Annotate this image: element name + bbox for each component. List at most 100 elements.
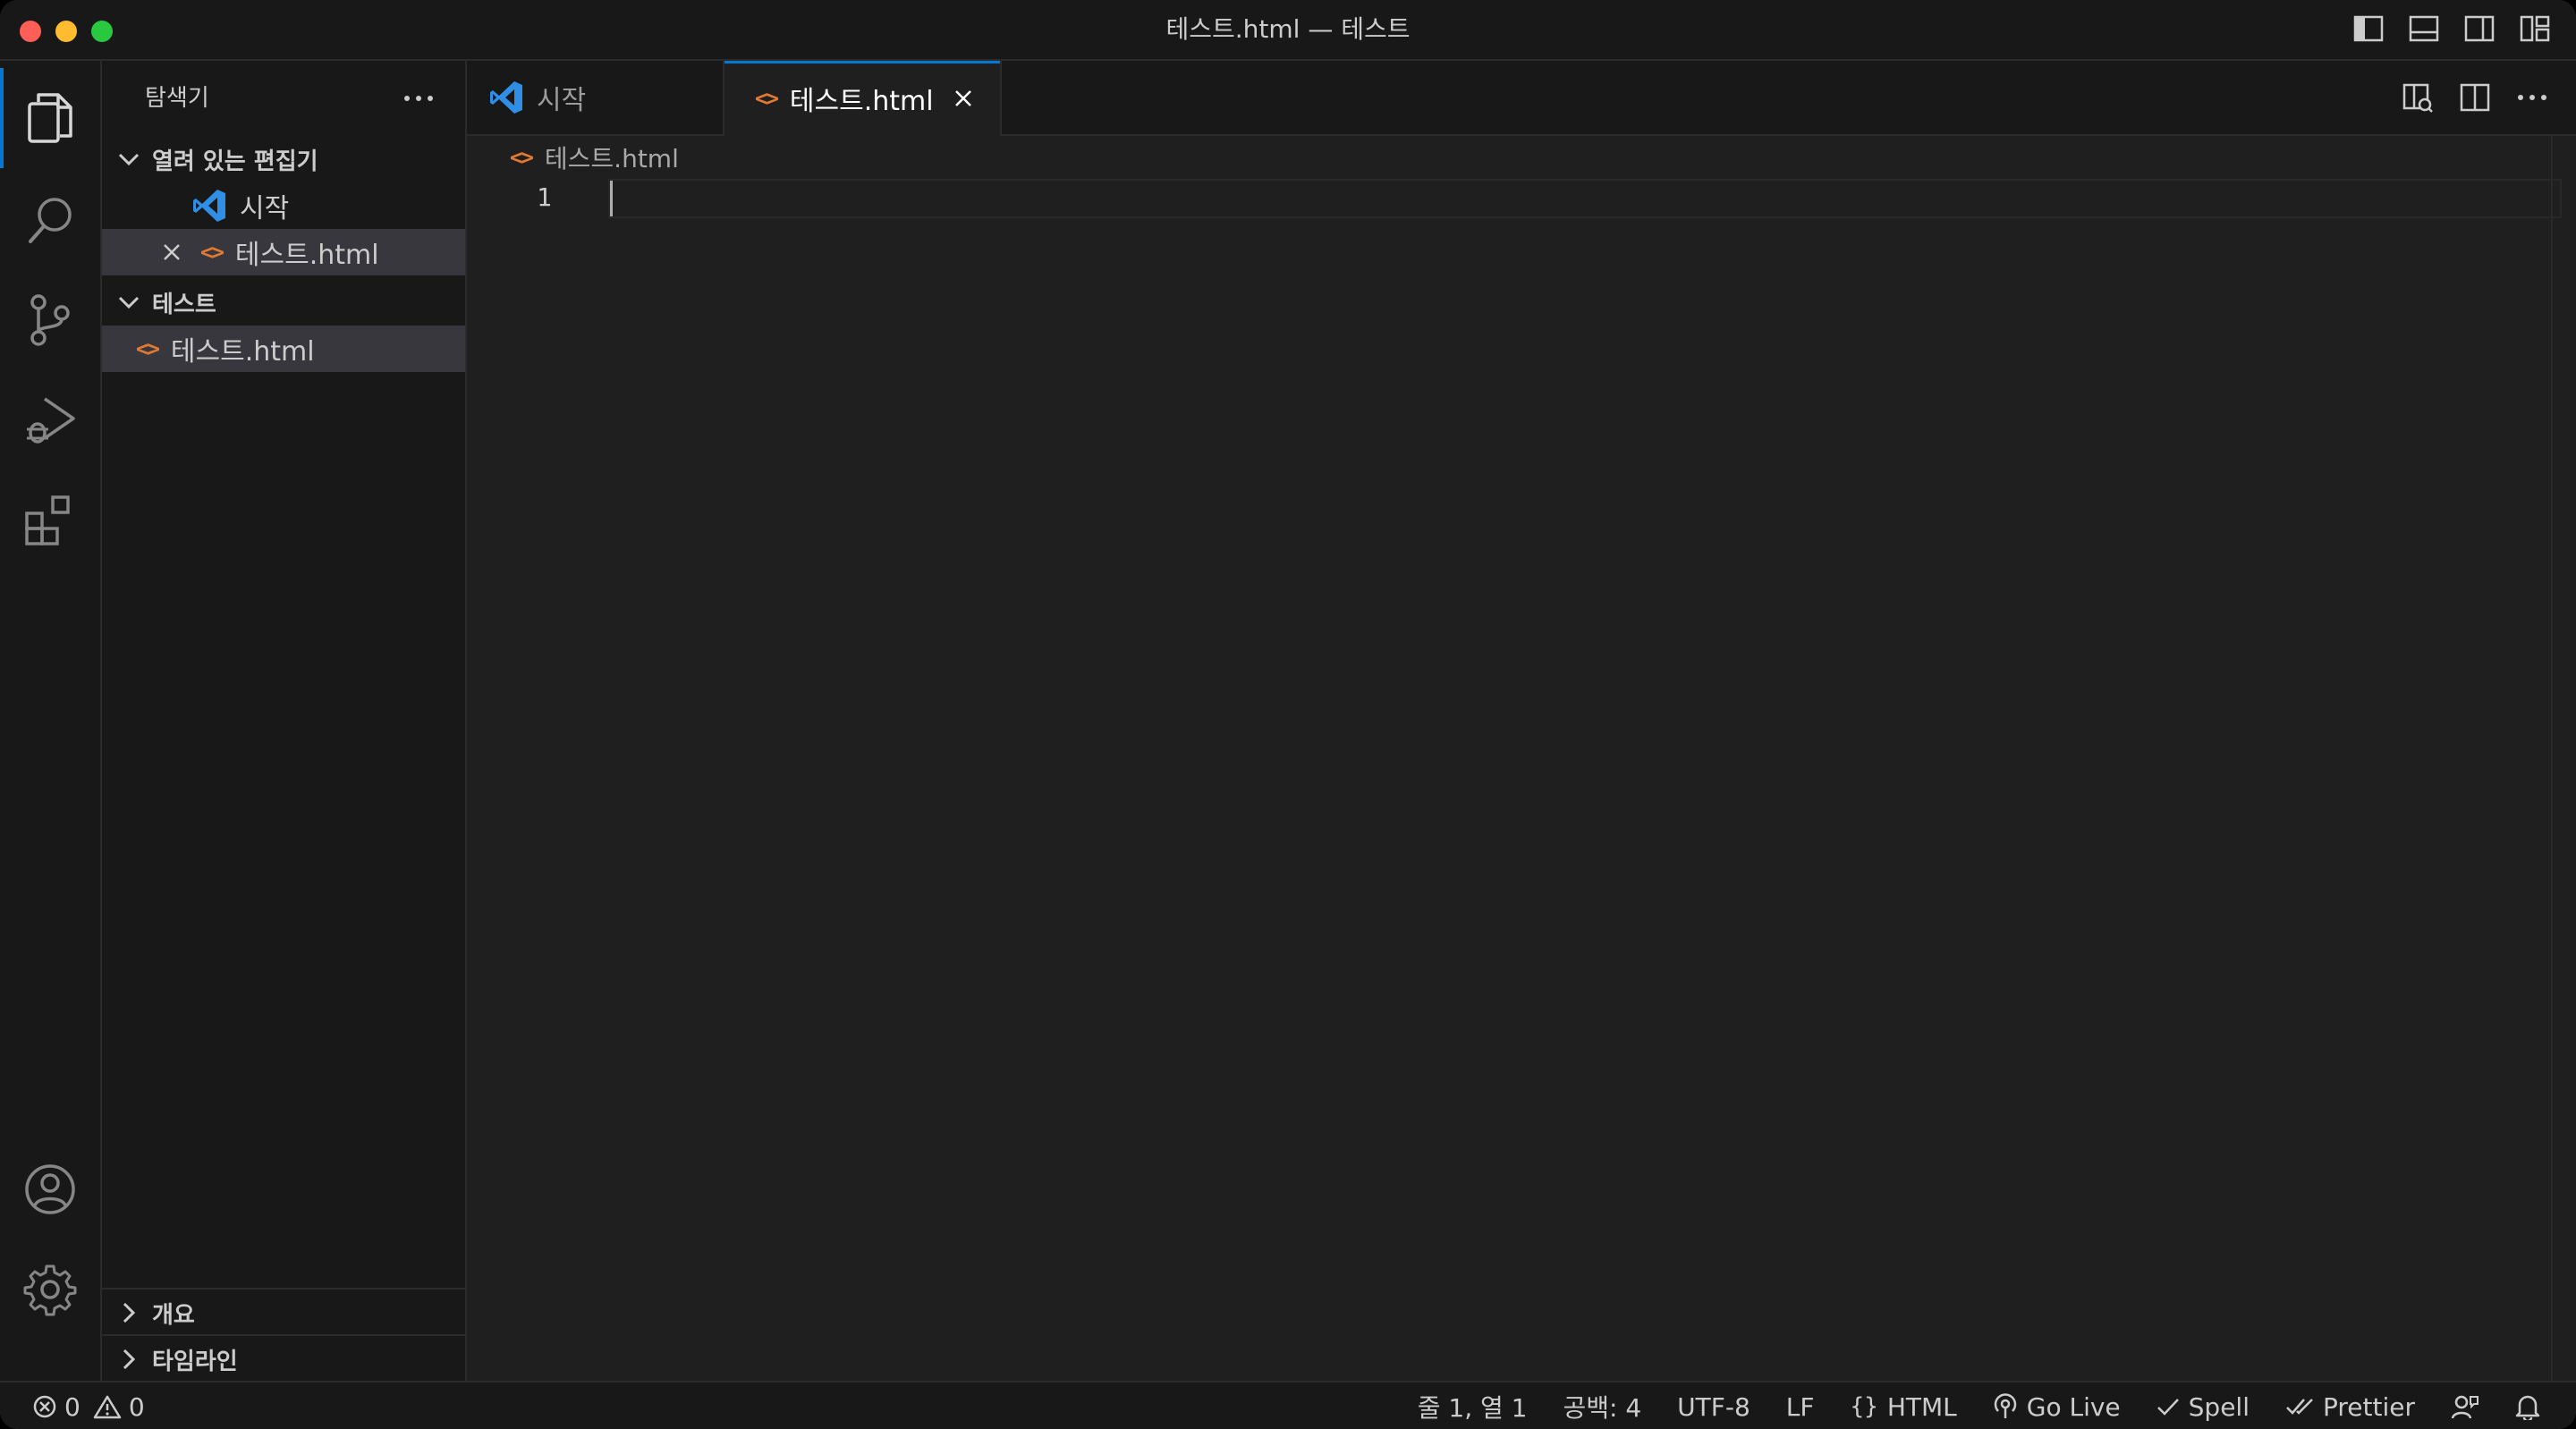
extensions-icon — [25, 495, 70, 545]
indentation-status[interactable]: 공백: 4 — [1563, 1389, 1642, 1425]
timeline-section-header[interactable]: 타임라인 — [102, 1334, 465, 1382]
activity-search[interactable] — [0, 170, 100, 270]
preview-icon — [2402, 83, 2433, 113]
activity-bar — [0, 61, 102, 1381]
outline-section-header[interactable]: 개요 — [102, 1288, 465, 1336]
open-editor-item[interactable]: <> 테스트.html — [102, 229, 465, 275]
gear-icon — [23, 1264, 77, 1316]
go-live-label: Go Live — [2026, 1391, 2121, 1422]
explorer-more-actions-button[interactable] — [401, 82, 436, 114]
vscode-logo-icon — [191, 188, 231, 224]
warning-count: 0 — [128, 1391, 145, 1422]
layout-sidebar-right-icon — [2464, 15, 2495, 42]
file-tree-label: 테스트.html — [170, 336, 315, 368]
check-all-icon — [2286, 1399, 2313, 1415]
toggle-secondary-sidebar-button[interactable] — [2463, 13, 2496, 45]
ellipsis-icon — [404, 96, 433, 101]
vscode-window: 테스트.html — 테스트 탐색기 열려 있는 편집기 시작 <> 테스트.h… — [0, 0, 2576, 1429]
explorer-sidebar: 탐색기 열려 있는 편집기 시작 <> 테스트.html 테스트 <> 테스트.… — [102, 61, 467, 1381]
spell-status[interactable]: Spell — [2157, 1392, 2250, 1422]
editor-scrollbar[interactable] — [2551, 136, 2576, 1381]
source-control-icon — [30, 294, 70, 346]
account-icon — [25, 1164, 75, 1214]
problems-status[interactable]: 0 0 — [32, 1382, 145, 1429]
error-icon — [33, 1395, 56, 1418]
tab-welcome[interactable]: 시작 — [467, 61, 724, 134]
activity-accounts[interactable] — [0, 1139, 100, 1239]
activity-source-control[interactable] — [0, 270, 100, 370]
timeline-title: 타임라인 — [152, 1348, 238, 1375]
current-line-highlight — [608, 179, 2562, 218]
feedback-button[interactable] — [2451, 1393, 2479, 1420]
layout-sidebar-left-icon — [2353, 15, 2384, 42]
folder-title: 테스트 — [152, 291, 216, 318]
prettier-label: Prettier — [2323, 1391, 2415, 1422]
search-icon — [29, 198, 72, 243]
encoding-status[interactable]: UTF-8 — [1677, 1392, 1750, 1422]
html-file-icon: <> — [200, 240, 225, 265]
warning-icon — [93, 1395, 122, 1419]
code-line[interactable]: 1 — [467, 177, 2576, 218]
bell-icon — [2515, 1395, 2540, 1420]
eol-status[interactable]: LF — [1786, 1392, 1815, 1422]
explorer-title: 탐색기 — [145, 85, 209, 112]
cursor-position-status[interactable]: 줄 1, 열 1 — [1418, 1389, 1528, 1425]
explorer-header: 탐색기 — [102, 61, 465, 136]
open-editor-label: 시작 — [240, 193, 290, 224]
customize-layout-button[interactable] — [2519, 13, 2551, 45]
split-editor-icon — [2460, 83, 2490, 112]
braces-icon: {} — [1850, 1393, 1878, 1420]
split-editor-button[interactable] — [2458, 80, 2492, 114]
open-editors-title: 열려 있는 편집기 — [152, 148, 318, 175]
files-icon — [28, 93, 72, 143]
html-file-icon: <> — [510, 145, 534, 170]
open-preview-button[interactable] — [2401, 80, 2435, 114]
outline-title: 개요 — [152, 1301, 195, 1329]
title-bar: 테스트.html — 테스트 — [0, 0, 2576, 61]
chevron-down-icon — [106, 279, 152, 326]
language-mode-status[interactable]: {} HTML — [1851, 1392, 1957, 1422]
tab-bar: 시작 <> 테스트.html — [467, 61, 2576, 136]
html-file-icon: <> — [755, 86, 779, 111]
feedback-icon — [2451, 1395, 2479, 1419]
go-live-status[interactable]: Go Live — [1993, 1392, 2121, 1422]
open-editors-section-header[interactable]: 열려 있는 편집기 — [102, 136, 465, 182]
chevron-right-icon — [106, 1289, 152, 1336]
activity-explorer[interactable] — [0, 68, 100, 168]
activity-manage[interactable] — [0, 1239, 100, 1340]
broadcast-icon — [1994, 1393, 2016, 1418]
tab-test-html[interactable]: <> 테스트.html — [724, 61, 1002, 136]
language-label: HTML — [1886, 1391, 1957, 1422]
editor-area: 시작 <> 테스트.html <> 테스트.html 1 — [467, 61, 2576, 1381]
html-file-icon: <> — [136, 336, 160, 361]
layout-panel-icon — [2409, 15, 2439, 42]
vscode-logo-icon — [488, 80, 524, 115]
tab-label: 테스트.html — [789, 86, 934, 117]
line-number: 1 — [537, 182, 552, 212]
check-icon — [2157, 1399, 2179, 1416]
close-tab-icon[interactable] — [952, 87, 975, 110]
error-count: 0 — [64, 1391, 80, 1422]
tab-label: 시작 — [537, 85, 587, 116]
activity-extensions[interactable] — [0, 470, 100, 571]
toggle-panel-button[interactable] — [2408, 13, 2440, 45]
chevron-right-icon — [106, 1336, 152, 1382]
status-bar: 0 0 줄 1, 열 1 공백: 4 UTF-8 LF {} HTML Go L… — [0, 1381, 2576, 1429]
editor-more-actions-button[interactable] — [2515, 80, 2549, 114]
chevron-down-icon — [106, 136, 152, 182]
run-debug-icon — [27, 397, 75, 444]
window-title: 테스트.html — 테스트 — [1165, 14, 1411, 44]
prettier-status[interactable]: Prettier — [2285, 1392, 2415, 1422]
close-editor-icon[interactable] — [156, 236, 188, 268]
activity-run-debug[interactable] — [0, 370, 100, 470]
notifications-button[interactable] — [2515, 1393, 2540, 1420]
layout-customize-icon — [2520, 15, 2550, 42]
breadcrumb: <> 테스트.html — [510, 138, 679, 177]
open-editor-item[interactable]: 시작 — [102, 182, 465, 229]
file-tree-item[interactable]: <> 테스트.html — [102, 326, 465, 372]
text-cursor — [610, 181, 613, 216]
toggle-primary-sidebar-button[interactable] — [2352, 13, 2385, 45]
breadcrumb-file[interactable]: 테스트.html — [545, 140, 679, 175]
spell-label: Spell — [2188, 1391, 2250, 1422]
folder-section-header[interactable]: 테스트 — [102, 279, 465, 326]
